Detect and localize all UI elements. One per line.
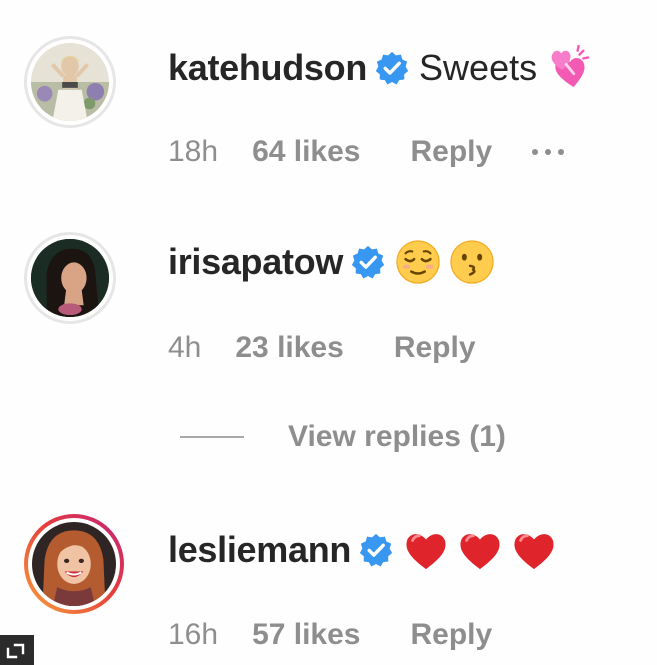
reply-button[interactable]: Reply: [394, 331, 476, 365]
divider: [180, 436, 244, 438]
avatar[interactable]: [24, 232, 116, 324]
comments-panel: katehudson Sweets 18h 64 likes Reply iri…: [0, 0, 657, 665]
verified-badge-icon: [359, 533, 393, 567]
comment-line: irisapatow: [168, 236, 503, 288]
comment-line: katehudson Sweets: [168, 42, 599, 94]
red-heart-emoji: [403, 527, 449, 573]
more-options-icon[interactable]: [532, 149, 565, 155]
likes-count[interactable]: 57 likes: [252, 618, 360, 652]
relieved-face-emoji: [395, 239, 441, 285]
comment-meta: 4h 23 likes Reply: [168, 330, 516, 366]
reply-button[interactable]: Reply: [411, 135, 493, 169]
verified-badge-icon: [351, 245, 385, 279]
expand-icon[interactable]: [0, 635, 34, 665]
avatar-photo: [31, 239, 109, 317]
likes-count[interactable]: 64 likes: [252, 135, 360, 169]
likes-count[interactable]: 23 likes: [235, 331, 343, 365]
kissing-face-emoji: [449, 239, 495, 285]
comment-meta: 16h 57 likes Reply: [168, 617, 532, 653]
revolving-hearts-emoji: [545, 45, 591, 91]
verified-badge-icon: [375, 51, 409, 85]
avatar-photo: [32, 522, 116, 606]
avatar-photo: [31, 43, 109, 121]
username[interactable]: irisapatow: [168, 241, 343, 283]
timestamp: 16h: [168, 618, 219, 651]
view-replies-label: View replies (1): [288, 420, 506, 453]
avatar[interactable]: [24, 36, 116, 128]
username[interactable]: katehudson: [168, 47, 367, 89]
reply-button[interactable]: Reply: [411, 618, 493, 652]
timestamp: 4h: [168, 331, 202, 364]
view-replies-button[interactable]: View replies (1): [180, 420, 506, 454]
red-heart-emoji: [511, 527, 557, 573]
avatar-story-ring[interactable]: [24, 514, 124, 614]
comment-meta: 18h 64 likes Reply: [168, 134, 565, 170]
timestamp: 18h: [168, 135, 219, 168]
username[interactable]: lesliemann: [168, 529, 351, 571]
red-heart-emoji: [457, 527, 503, 573]
comment-text: Sweets: [419, 47, 538, 88]
comment-line: lesliemann: [168, 524, 565, 576]
